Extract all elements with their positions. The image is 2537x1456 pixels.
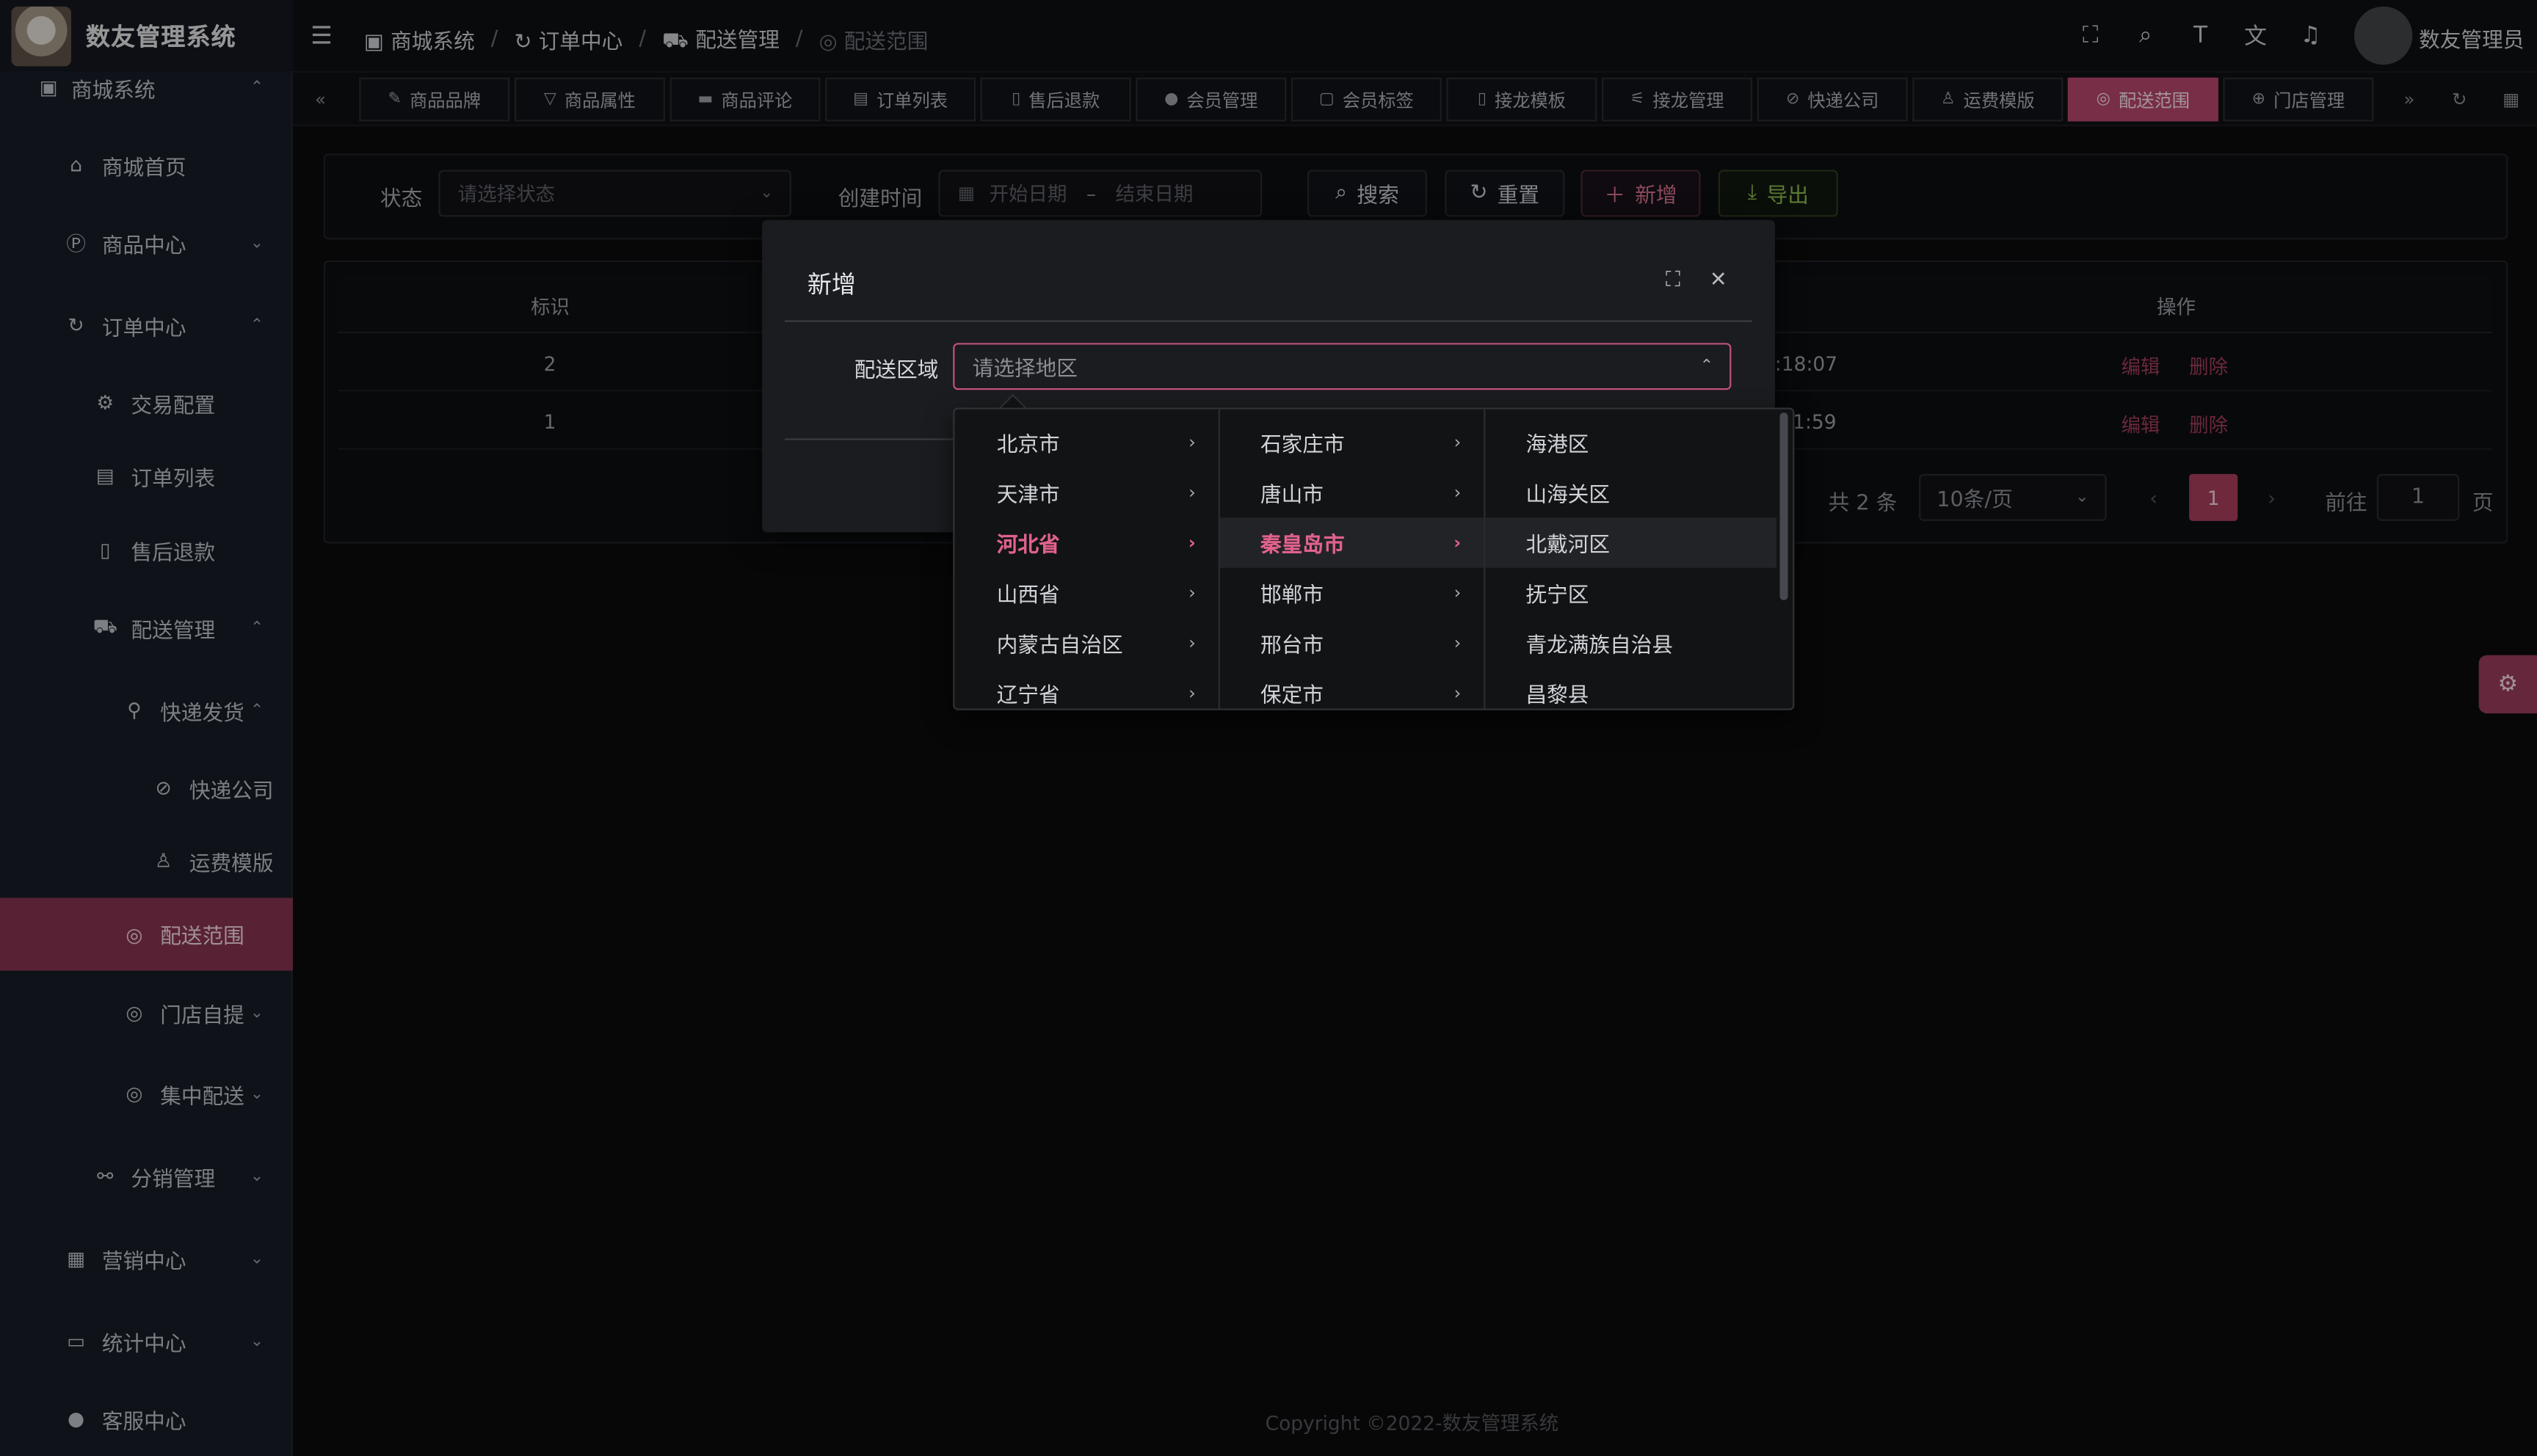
cascader-option[interactable]: 青龙满族自治县 xyxy=(1485,618,1776,668)
region-label: 配送区域 xyxy=(854,359,939,384)
chevron-right-icon: › xyxy=(1453,682,1462,704)
chevron-right-icon: › xyxy=(1453,481,1462,503)
cascader-option[interactable]: 北京市 › xyxy=(954,418,1218,467)
cascader-option[interactable]: 邢台市 › xyxy=(1220,618,1484,668)
cascader-option[interactable]: 邯郸市 › xyxy=(1220,568,1484,618)
cascader-option[interactable]: 辽宁省 › xyxy=(954,668,1218,708)
region-cascader-input[interactable]: 请选择地区 ⌃ xyxy=(953,343,1732,390)
region-placeholder: 请选择地区 xyxy=(972,357,1078,382)
close-icon[interactable]: ✕ xyxy=(1707,268,1730,292)
cascader-option[interactable]: 海港区 xyxy=(1485,418,1776,467)
chevron-right-icon: › xyxy=(1188,532,1196,553)
cascader-column-province: 北京市 › 天津市 › 河北省 › 山西省 › 内蒙古自治区 › 辽宁省 › xyxy=(954,409,1220,709)
cascader-option-selected[interactable]: 河北省 › xyxy=(954,517,1218,567)
dialog-title: 新增 xyxy=(807,270,857,299)
chevron-right-icon: › xyxy=(1188,682,1196,704)
dialog-divider xyxy=(784,320,1753,322)
chevron-right-icon: › xyxy=(1453,432,1462,454)
cascader-option[interactable]: 石家庄市 › xyxy=(1220,418,1484,467)
chevron-right-icon: › xyxy=(1453,582,1462,604)
cascader-option-hovered[interactable]: 北戴河区 xyxy=(1485,517,1777,568)
modal-overlay xyxy=(0,0,2537,1456)
chevron-right-icon: › xyxy=(1188,432,1196,454)
chevron-right-icon: › xyxy=(1188,632,1196,654)
cascader-scrollbar[interactable] xyxy=(1779,412,1788,600)
chevron-right-icon: › xyxy=(1188,481,1196,503)
cascader-column-district: 海港区 山海关区 北戴河区 抚宁区 青龙满族自治县 昌黎县 xyxy=(1485,410,1793,709)
chevron-right-icon: › xyxy=(1188,582,1196,604)
cascader-option[interactable]: 抚宁区 xyxy=(1485,568,1776,618)
cascader-option[interactable]: 内蒙古自治区 › xyxy=(954,618,1218,668)
chevron-up-icon: ⌃ xyxy=(1699,357,1714,376)
cascader-option[interactable]: 保定市 › xyxy=(1220,668,1484,708)
cascader-option[interactable]: 山海关区 xyxy=(1485,467,1776,517)
region-cascader-panel: 北京市 › 天津市 › 河北省 › 山西省 › 内蒙古自治区 › 辽宁省 › 石家庄市 › 唐… xyxy=(953,407,1795,710)
cascader-option[interactable]: 唐山市 › xyxy=(1220,467,1484,517)
maximize-icon[interactable]: ⛶ xyxy=(1662,268,1685,292)
dialog-footer-divider xyxy=(784,438,963,440)
chevron-right-icon: › xyxy=(1453,632,1462,654)
cascader-option[interactable]: 山西省 › xyxy=(954,568,1218,618)
cascader-column-city: 石家庄市 › 唐山市 › 秦皇岛市 › 邯郸市 › 邢台市 › 保定市 › xyxy=(1219,409,1486,709)
cascader-option-selected[interactable]: 秦皇岛市 › xyxy=(1219,517,1484,568)
cascader-option[interactable]: 天津市 › xyxy=(954,467,1218,517)
cascader-option[interactable]: 昌黎县 xyxy=(1485,668,1776,708)
chevron-right-icon: › xyxy=(1453,532,1462,553)
